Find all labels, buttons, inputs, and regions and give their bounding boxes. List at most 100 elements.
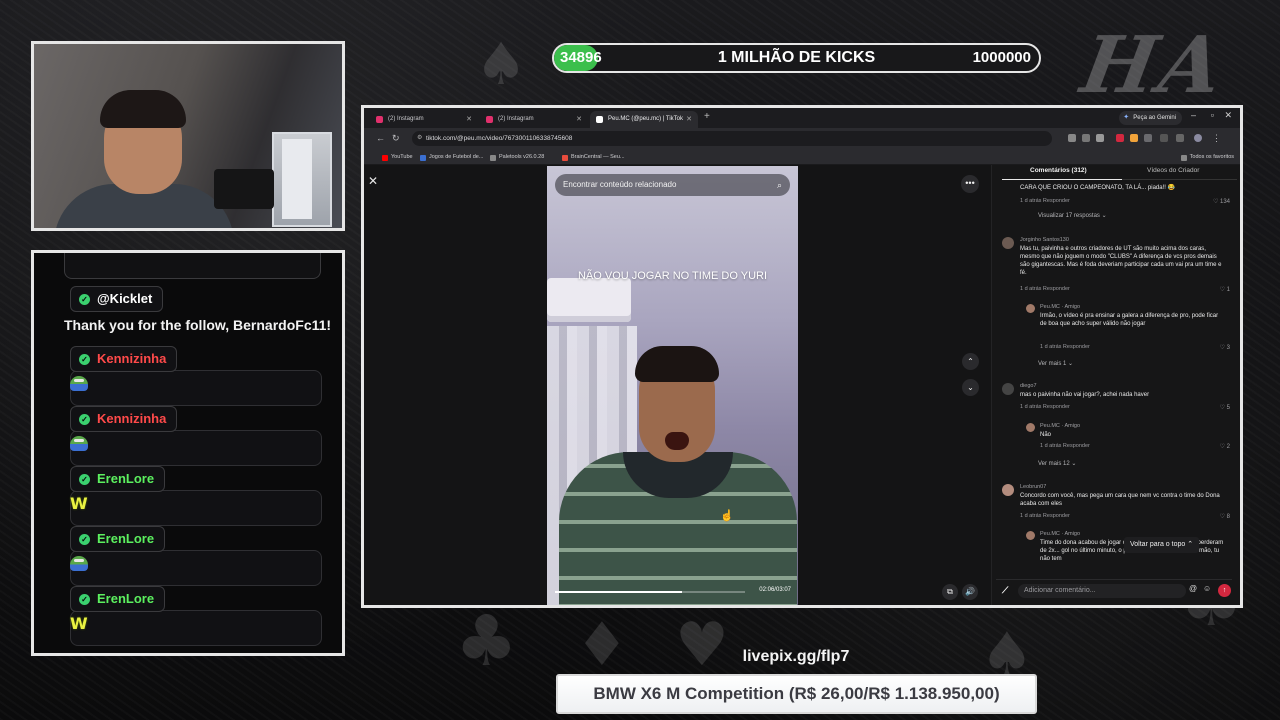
w-emote-icon: W bbox=[70, 614, 88, 633]
bookmark-item[interactable]: Paletools v26.0.28 bbox=[490, 152, 544, 163]
more-options-button[interactable]: ••• bbox=[961, 175, 979, 193]
bookmark-item[interactable]: YouTube bbox=[382, 152, 413, 163]
chat-username[interactable]: ✓ ErenLore bbox=[70, 586, 166, 612]
emoji-icon[interactable]: ☺ bbox=[1203, 584, 1211, 593]
avatar[interactable] bbox=[1002, 484, 1014, 496]
close-video-button[interactable]: ✕ bbox=[368, 174, 378, 188]
chat-username[interactable]: ✓ ErenLore bbox=[70, 526, 166, 552]
comment-like-count[interactable]: ♡ 134 bbox=[1213, 198, 1230, 205]
side-panel-icon[interactable] bbox=[1176, 134, 1184, 142]
browser-window: (2) Instagram ✕ (2) Instagram ✕ Peu.MC (@peu… bbox=[361, 105, 1243, 608]
comment-username[interactable]: Peu.MC · Amigo bbox=[1040, 531, 1080, 537]
comment-input[interactable]: Adicionar comentário... bbox=[1018, 584, 1186, 598]
maximize-button[interactable]: ▫ bbox=[1211, 110, 1214, 120]
extension-icon[interactable] bbox=[1144, 134, 1152, 142]
mention-icon[interactable]: @ bbox=[1189, 584, 1197, 593]
pepe-emote-shape bbox=[70, 376, 88, 391]
browser-tab[interactable]: (2) Instagram ✕ bbox=[480, 111, 588, 128]
comment-like-count[interactable]: ♡ 1 bbox=[1220, 286, 1230, 293]
w-emote-icon: W bbox=[70, 494, 88, 513]
extension-icon[interactable] bbox=[1130, 134, 1138, 142]
comment-meta[interactable]: 1 d atrás Responder bbox=[1040, 443, 1090, 449]
avatar[interactable] bbox=[1026, 531, 1035, 540]
close-window-button[interactable]: ✕ bbox=[1224, 110, 1232, 121]
browser-tab[interactable]: Peu.MC (@peu.mc) | TikTok ✕ bbox=[590, 111, 698, 128]
air-conditioner bbox=[547, 278, 631, 322]
view-more-replies-link[interactable]: Ver mais 12 ⌄ bbox=[1038, 460, 1076, 467]
avatar[interactable] bbox=[1002, 237, 1014, 249]
tab-favicon-icon bbox=[486, 116, 493, 123]
avatar[interactable] bbox=[1002, 383, 1014, 395]
translate-icon[interactable] bbox=[1068, 134, 1076, 142]
extension-icon[interactable] bbox=[1116, 134, 1124, 142]
chat-username[interactable]: ✓ Kennizinha bbox=[70, 346, 178, 372]
view-replies-link[interactable]: Visualizar 17 respostas ⌄ bbox=[1038, 212, 1107, 219]
comment-meta[interactable]: 1 d atrás Responder bbox=[1020, 286, 1070, 292]
video-progress-bar[interactable] bbox=[555, 591, 745, 593]
bookmark-star-icon[interactable] bbox=[1096, 134, 1104, 142]
back-icon[interactable]: ← bbox=[376, 133, 385, 143]
comment-meta[interactable]: 1 d atrás Responder bbox=[1020, 513, 1070, 519]
zoom-icon[interactable] bbox=[1082, 134, 1090, 142]
tab-label: (2) Instagram bbox=[498, 116, 534, 122]
tab-divider bbox=[1122, 179, 1237, 180]
avatar[interactable] bbox=[1026, 423, 1035, 432]
comment-meta[interactable]: 1 d atrás Responder bbox=[1020, 198, 1070, 204]
minimize-button[interactable]: – bbox=[1191, 110, 1196, 120]
search-icon[interactable]: ⌕ bbox=[777, 174, 782, 196]
previous-video-button[interactable]: ⌃ bbox=[962, 353, 979, 370]
menu-dots-icon[interactable]: ⋮ bbox=[1212, 133, 1221, 144]
reload-icon[interactable]: ↻ bbox=[392, 133, 400, 144]
comment-like-count[interactable]: ♡ 8 bbox=[1220, 513, 1230, 520]
comment-username[interactable]: Leobrun07 bbox=[1020, 484, 1046, 490]
pepe-emote-icon bbox=[70, 436, 90, 454]
bookmark-label: YouTube bbox=[391, 154, 413, 160]
tiktok-video[interactable]: Encontrar conteúdo relacionado ⌕ NÃO VOU… bbox=[547, 166, 798, 605]
comment-username[interactable]: Peu.MC · Amigo bbox=[1040, 423, 1080, 429]
pepe-emote-shape bbox=[70, 436, 88, 451]
comment-like-count[interactable]: ♡ 2 bbox=[1220, 443, 1230, 450]
comment-meta[interactable]: 1 d atrás Responder bbox=[1040, 344, 1090, 350]
picture-in-picture-button[interactable]: ⧉ bbox=[942, 584, 958, 600]
comment-meta[interactable]: 1 d atrás Responder bbox=[1020, 404, 1070, 410]
verified-check-icon: ✓ bbox=[79, 594, 90, 605]
bookmark-item[interactable]: BrainCentral — Seu... bbox=[562, 152, 625, 163]
chat-username[interactable]: ✓ ErenLore bbox=[70, 466, 166, 492]
avatar[interactable] bbox=[1026, 304, 1035, 313]
video-progress-fill bbox=[555, 591, 683, 593]
related-search-input[interactable]: Encontrar conteúdo relacionado ⌕ bbox=[555, 174, 790, 196]
all-bookmarks-folder[interactable]: Todos os favoritos bbox=[1180, 152, 1234, 163]
new-tab-button[interactable]: + bbox=[704, 111, 710, 122]
next-video-button[interactable]: ⌄ bbox=[962, 379, 979, 396]
close-tab-icon[interactable]: ✕ bbox=[576, 111, 582, 128]
comment-username[interactable]: Jorginho Santos130 bbox=[1020, 237, 1069, 243]
comment-username[interactable]: diego7 bbox=[1020, 383, 1037, 389]
comment-like-count[interactable]: ♡ 5 bbox=[1220, 404, 1230, 411]
livepix-url: livepix.gg/flp7 bbox=[742, 648, 850, 665]
back-to-top-button[interactable]: Voltar para o topo ⌃ bbox=[1124, 537, 1200, 553]
url-field[interactable]: ⚙ tiktok.com/@peu.mc/video/7673001106338… bbox=[412, 131, 1052, 146]
view-more-replies-link[interactable]: Ver mais 1 ⌄ bbox=[1038, 360, 1073, 367]
extensions-puzzle-icon[interactable] bbox=[1160, 134, 1168, 142]
tab-creator-videos[interactable]: Vídeos do Criador bbox=[1147, 167, 1199, 174]
gemini-button[interactable]: ✦ Peça ao Gemini bbox=[1119, 111, 1182, 125]
close-tab-icon[interactable]: ✕ bbox=[466, 111, 472, 128]
comment-like-count[interactable]: ♡ 3 bbox=[1220, 344, 1230, 351]
chat-username-text: ErenLore bbox=[97, 471, 155, 486]
close-tab-icon[interactable]: ✕ bbox=[686, 111, 692, 128]
bookmark-label: BrainCentral — Seu... bbox=[571, 154, 625, 160]
pepe-emote-icon bbox=[70, 376, 90, 394]
chat-username[interactable]: ✓ Kennizinha bbox=[70, 406, 178, 432]
bookmark-item[interactable]: Jogos de Futebol de... bbox=[420, 152, 483, 163]
send-comment-button[interactable]: ↑ bbox=[1218, 584, 1231, 597]
chat-username[interactable]: ✓ @Kicklet bbox=[70, 286, 164, 312]
tab-comments[interactable]: Comentários (312) bbox=[1030, 167, 1087, 174]
chat-username-text: ErenLore bbox=[97, 591, 155, 606]
active-tab-underline bbox=[1002, 179, 1122, 180]
comment-username[interactable]: Peu.MC · Amigo bbox=[1040, 304, 1080, 310]
browser-tab[interactable]: (2) Instagram ✕ bbox=[370, 111, 478, 128]
volume-button[interactable]: 🔊 bbox=[962, 584, 978, 600]
site-info-icon[interactable]: ⚙ bbox=[417, 131, 422, 146]
microphone-icon bbox=[214, 169, 274, 209]
profile-avatar[interactable] bbox=[1194, 134, 1202, 142]
